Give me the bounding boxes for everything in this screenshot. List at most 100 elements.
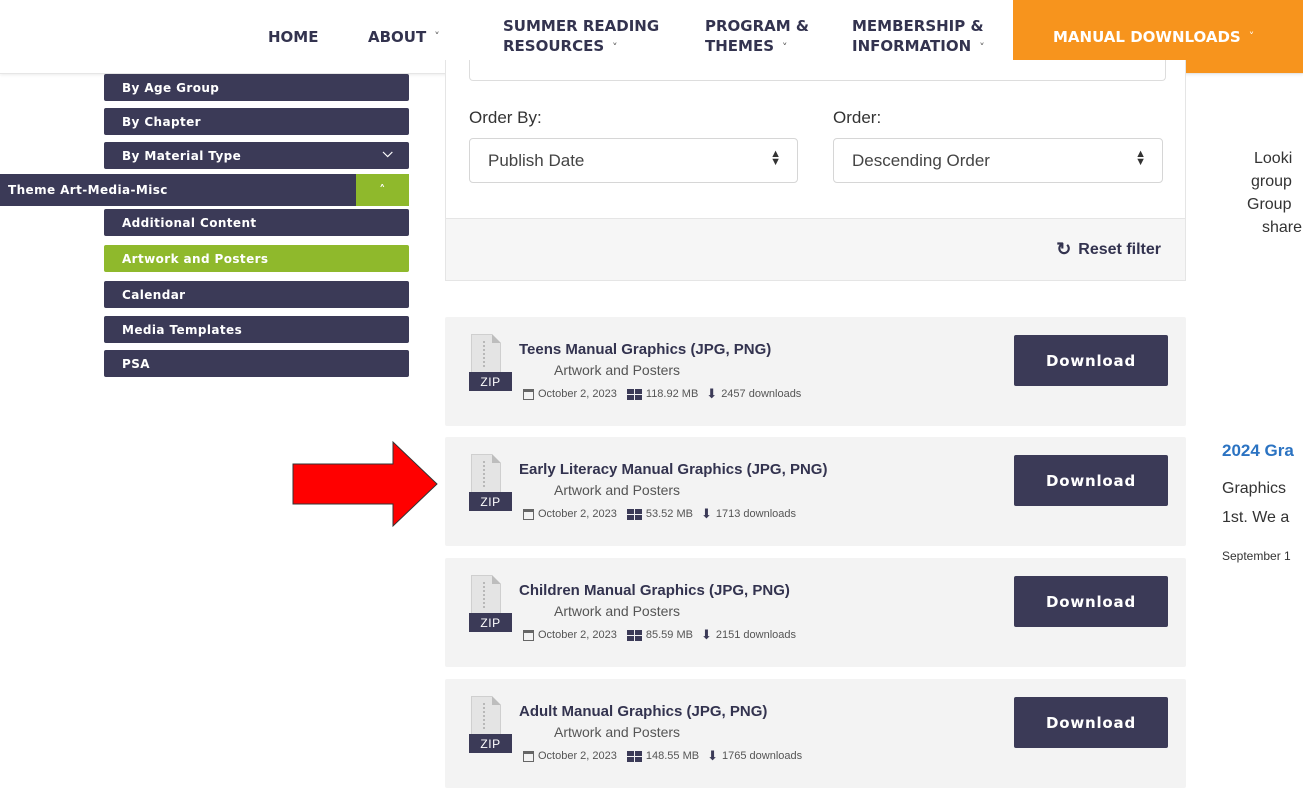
- download-count: 1713 downloads: [715, 508, 797, 520]
- sidebar-item-by-age-group[interactable]: By Age Group: [104, 74, 409, 101]
- zip-file-icon: ZIP: [469, 334, 513, 391]
- right-column: Looki group Group share 2024 Gra Graphic…: [1200, 73, 1303, 795]
- download-date: October 2, 2023: [538, 629, 617, 641]
- file-size-icon: [626, 388, 642, 400]
- sidebar-item-label: Media Templates: [122, 322, 243, 337]
- download-category: Artwork and Posters: [554, 724, 681, 740]
- order-by-select[interactable]: Publish Date ▲ ▼: [469, 138, 798, 183]
- file-size-icon: [626, 629, 642, 641]
- zip-badge: ZIP: [469, 372, 512, 391]
- zip-file-icon: ZIP: [469, 454, 513, 511]
- sidebar-parent-theme-art-media-misc[interactable]: Theme Art-Media-Misc ˄: [0, 174, 409, 206]
- nav-about[interactable]: ABOUT ˅: [368, 0, 440, 73]
- download-count-icon: ⬇: [700, 627, 712, 642]
- news-body-line: Graphics: [1222, 480, 1287, 497]
- download-button[interactable]: Download: [1014, 576, 1168, 627]
- calendar-icon: [523, 750, 534, 762]
- download-size: 53.52 MB: [645, 508, 693, 520]
- sidebar-item-media-templates[interactable]: Media Templates: [104, 316, 409, 343]
- zip-file-icon: ZIP: [469, 696, 513, 753]
- sidebar-item-label: By Chapter: [122, 114, 201, 129]
- nav-summer-reading-line2: RESOURCES: [503, 36, 605, 55]
- download-size: 118.92 MB: [645, 388, 699, 400]
- download-date: October 2, 2023: [538, 508, 617, 520]
- sort-arrows-icon: ▲ ▼: [770, 148, 781, 168]
- order-select[interactable]: Descending Order ▲ ▼: [833, 138, 1163, 183]
- search-input[interactable]: [469, 60, 1166, 81]
- sort-arrows-icon: ▲ ▼: [1135, 148, 1146, 168]
- download-category: Artwork and Posters: [554, 482, 681, 498]
- refresh-icon: ↻: [1056, 239, 1072, 259]
- sidebar-item-label: Artwork and Posters: [122, 251, 269, 266]
- sidebar-item-psa[interactable]: PSA: [104, 350, 409, 377]
- download-title[interactable]: Early Literacy Manual Graphics (JPG, PNG…: [519, 461, 827, 478]
- right-text-line: Group: [1247, 196, 1292, 213]
- order-by-value: Publish Date: [488, 150, 585, 170]
- chevron-down-icon: ˅: [612, 40, 618, 54]
- download-count: 2151 downloads: [715, 629, 797, 641]
- nav-membership-line2: INFORMATION: [852, 36, 972, 55]
- zip-file-icon: ZIP: [469, 575, 513, 632]
- file-size-icon: [626, 750, 642, 762]
- order-by-label: Order By:: [469, 108, 542, 127]
- nav-summer-reading-line1: SUMMER READING: [503, 16, 660, 35]
- download-meta: October 2, 2023 148.55 MB ⬇ 1765 downloa…: [523, 748, 802, 764]
- sidebar-item-calendar[interactable]: Calendar: [104, 281, 409, 308]
- reset-filter-label: Reset filter: [1078, 240, 1161, 258]
- right-text-line: group: [1251, 173, 1292, 190]
- sidebar-item-by-chapter[interactable]: By Chapter: [104, 108, 409, 135]
- nav-home[interactable]: HOME: [268, 0, 318, 73]
- download-count: 2457 downloads: [721, 388, 802, 400]
- right-text-line: Looki: [1254, 150, 1293, 167]
- download-count-icon: ⬇: [700, 506, 712, 521]
- download-card: ZIP Teens Manual Graphics (JPG, PNG) Art…: [445, 317, 1186, 426]
- order-label: Order:: [833, 108, 882, 127]
- download-title[interactable]: Adult Manual Graphics (JPG, PNG): [519, 703, 767, 720]
- calendar-icon: [523, 629, 534, 641]
- download-date: October 2, 2023: [538, 388, 617, 400]
- download-meta: October 2, 2023 118.92 MB ⬇ 2457 downloa…: [523, 386, 801, 402]
- chevron-down-icon: ˅: [979, 40, 985, 54]
- chevron-up-icon[interactable]: ˄: [356, 174, 409, 206]
- filter-panel: Order By: Publish Date ▲ ▼ Order: Descend…: [445, 60, 1186, 281]
- download-date: October 2, 2023: [538, 750, 617, 762]
- filter-footer: ↻ Reset filter: [446, 218, 1185, 280]
- download-button[interactable]: Download: [1014, 697, 1168, 748]
- chevron-down-icon: ˅: [782, 40, 788, 54]
- nav-manual-downloads-label: MANUAL DOWNLOADS: [1053, 27, 1241, 46]
- zip-badge: ZIP: [469, 492, 512, 511]
- download-size: 148.55 MB: [645, 750, 700, 762]
- zip-badge: ZIP: [469, 734, 512, 753]
- sidebar-item-by-material-type[interactable]: By Material Type ⌵: [104, 142, 409, 169]
- download-button[interactable]: Download: [1014, 335, 1168, 386]
- download-count-icon: ⬇: [707, 748, 718, 763]
- chevron-down-icon: ⌵: [382, 146, 393, 161]
- chevron-down-icon: ˅: [1248, 29, 1255, 43]
- download-button[interactable]: Download: [1014, 455, 1168, 506]
- nav-program-line2: THEMES: [705, 36, 775, 55]
- nav-home-label: HOME: [268, 27, 319, 46]
- download-card: ZIP Early Literacy Manual Graphics (JPG,…: [445, 437, 1186, 546]
- order-value: Descending Order: [852, 150, 990, 170]
- sidebar-parent-label: Theme Art-Media-Misc: [8, 183, 168, 197]
- chevron-down-icon: ˅: [434, 29, 440, 43]
- zip-badge: ZIP: [469, 613, 512, 632]
- news-date: September 1: [1222, 549, 1291, 563]
- download-meta: October 2, 2023 85.59 MB ⬇ 2151 download…: [523, 627, 796, 643]
- news-link[interactable]: 2024 Gra: [1222, 441, 1294, 461]
- red-arrow-annotation: [292, 440, 438, 528]
- nav-membership-line1: MEMBERSHIP &: [852, 16, 984, 35]
- download-title[interactable]: Children Manual Graphics (JPG, PNG): [519, 582, 790, 599]
- download-size: 85.59 MB: [645, 629, 693, 641]
- sidebar-item-additional-content[interactable]: Additional Content: [104, 209, 409, 236]
- calendar-icon: [523, 508, 534, 520]
- file-size-icon: [626, 508, 642, 520]
- sidebar-item-label: Additional Content: [122, 215, 257, 230]
- download-meta: October 2, 2023 53.52 MB ⬇ 1713 download…: [523, 506, 796, 522]
- reset-filter-button[interactable]: ↻ Reset filter: [1056, 239, 1161, 260]
- download-title[interactable]: Teens Manual Graphics (JPG, PNG): [519, 341, 771, 358]
- right-text-line: share: [1262, 219, 1303, 236]
- sidebar-item-artwork-and-posters[interactable]: Artwork and Posters: [104, 245, 409, 272]
- arrow-shape: [292, 440, 438, 528]
- download-category: Artwork and Posters: [554, 362, 681, 378]
